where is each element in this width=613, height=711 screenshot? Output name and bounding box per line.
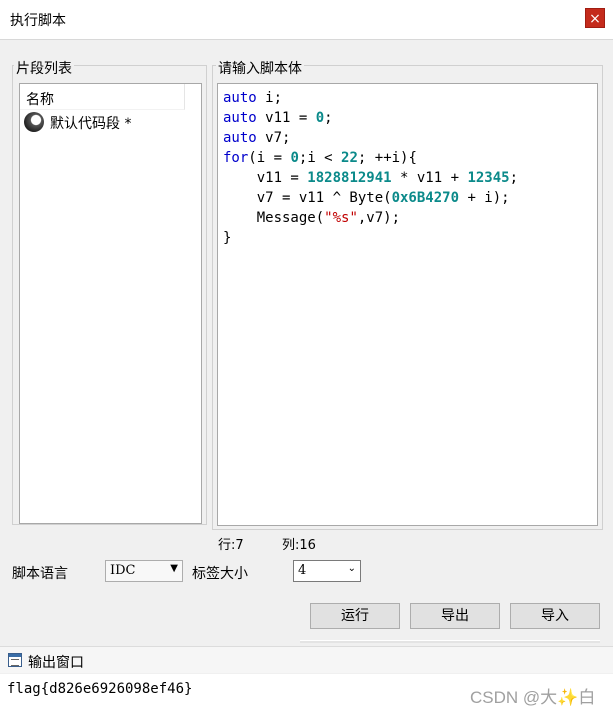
script-editor[interactable]: auto i; auto v11 = 0; auto v7; for(i = 0… xyxy=(217,83,598,526)
cursor-col-status: 列:16 xyxy=(282,538,316,553)
snippet-list[interactable]: 名称 默认代码段 * xyxy=(19,83,202,524)
tab-size-select[interactable]: 4 ⌄ xyxy=(293,560,361,582)
divider xyxy=(300,640,600,643)
language-select[interactable]: IDC ▼ xyxy=(105,560,183,582)
code-line: v11 = 1828812941 * v11 + 12345; xyxy=(223,170,519,186)
run-button[interactable]: 运行 xyxy=(310,603,400,629)
watermark: CSDN @大✨白 xyxy=(470,688,596,707)
close-icon: × xyxy=(589,11,601,27)
output-title: 输出窗口 xyxy=(28,655,84,671)
output-window-icon xyxy=(8,653,22,667)
cursor-row-status: 行:7 xyxy=(218,538,244,553)
language-select-value: IDC xyxy=(110,563,136,578)
window-title: 执行脚本 xyxy=(10,13,66,29)
dropdown-arrow-icon: ▼ xyxy=(170,563,178,574)
code-line: auto v11 = 0; xyxy=(223,110,333,126)
import-button[interactable]: 导入 xyxy=(510,603,600,629)
output-text: flag{d826e6926098ef46} xyxy=(7,681,193,697)
code-line: auto v7; xyxy=(223,130,291,146)
editor-group-label: 请输入脚本体 xyxy=(216,58,304,78)
list-item[interactable]: 默认代码段 * xyxy=(22,111,198,133)
export-button[interactable]: 导出 xyxy=(410,603,500,629)
code-line: v7 = v11 ^ Byte(0x6B4270 + i); xyxy=(223,190,510,206)
output-panel-header: 输出窗口 xyxy=(0,646,613,673)
chevron-down-icon: ⌄ xyxy=(347,563,356,574)
language-label: 脚本语言 xyxy=(12,566,68,582)
code-line: Message("%s",v7); xyxy=(223,210,401,226)
snippets-group-label: 片段列表 xyxy=(14,58,74,78)
column-header-label: 名称 xyxy=(26,92,54,108)
avatar-icon xyxy=(24,112,44,132)
code-line: } xyxy=(223,230,232,246)
list-item-label: 默认代码段 * xyxy=(50,116,132,132)
tab-size-select-value: 4 xyxy=(298,563,307,578)
tab-size-label: 标签大小 xyxy=(192,566,248,582)
list-column-header[interactable]: 名称 xyxy=(20,84,185,110)
close-button[interactable]: × xyxy=(585,8,605,28)
code-line: for(i = 0;i < 22; ++i){ xyxy=(223,150,417,166)
title-bar: 执行脚本 × xyxy=(0,0,613,40)
code-line: auto i; xyxy=(223,90,283,106)
